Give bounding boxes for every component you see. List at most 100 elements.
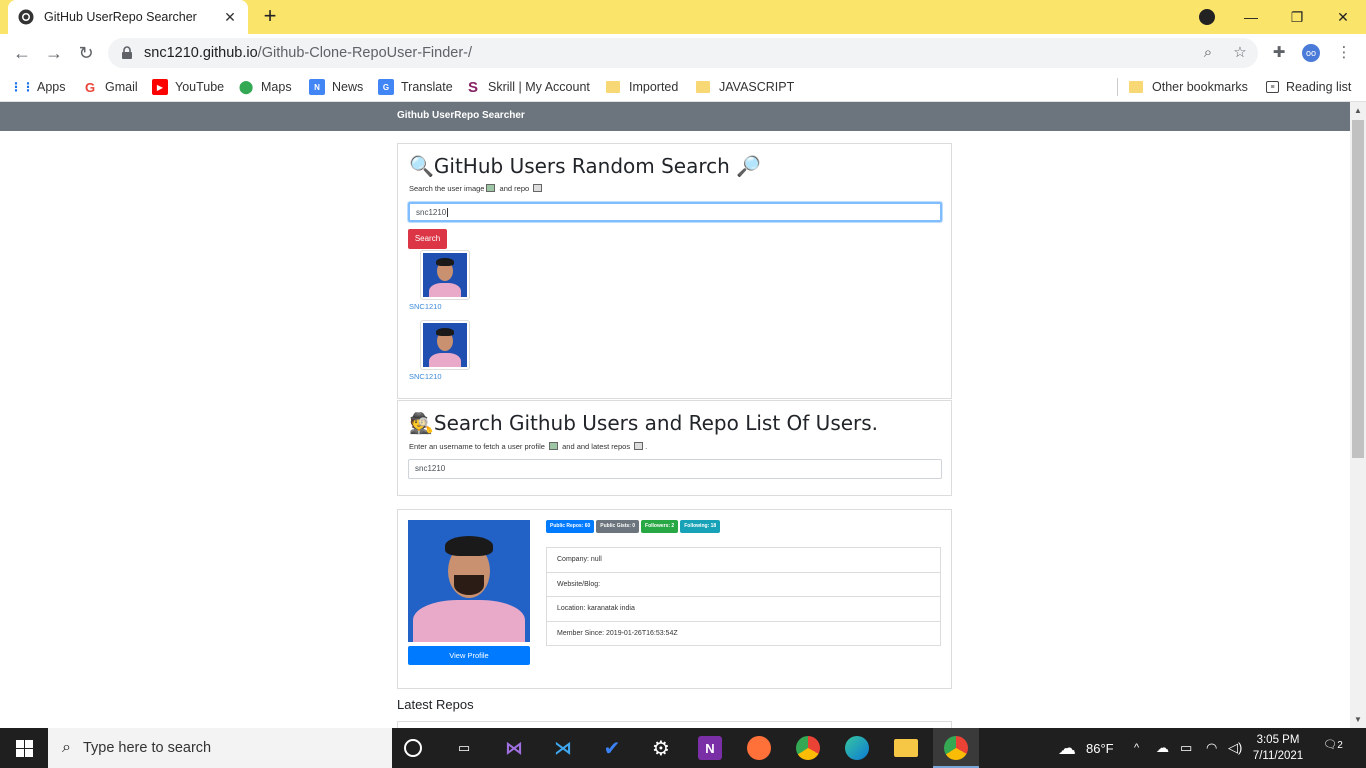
todo-icon[interactable]: ✔: [600, 736, 624, 760]
random-search-input[interactable]: snc1210: [408, 202, 942, 222]
bookmark-youtube[interactable]: ▶ YouTube: [152, 78, 224, 96]
windows-logo-icon: [15, 739, 33, 757]
windows-taskbar: ⌕ Type here to search ▭ ⋈ ⋊ ✔ ⚙ N ☁ 86°F…: [0, 728, 1366, 768]
bookmark-star-icon[interactable]: ☆: [1231, 44, 1249, 62]
bookmark-skrill[interactable]: S Skrill | My Account: [465, 78, 590, 96]
navbar-brand[interactable]: Github UserRepo Searcher: [397, 110, 525, 121]
picture-icon: [549, 442, 559, 450]
bookmark-translate[interactable]: G Translate: [378, 78, 453, 96]
reading-list[interactable]: ≡ Reading list: [1266, 78, 1351, 96]
random-search-subtitle: Search the user image and repo: [409, 184, 544, 193]
bookmark-label: Translate: [401, 80, 453, 94]
cortana-icon[interactable]: [404, 739, 422, 757]
scroll-down-icon[interactable]: ▼: [1354, 715, 1362, 724]
bookmark-label: YouTube: [175, 80, 225, 94]
edge-icon[interactable]: [845, 736, 869, 760]
notification-icon: 🗨: [1323, 739, 1338, 751]
folder-icon: [696, 81, 710, 93]
avatar: [423, 323, 467, 367]
start-button[interactable]: [0, 728, 48, 768]
bookmark-folder-imported[interactable]: Imported: [606, 78, 678, 96]
forward-icon[interactable]: →: [42, 41, 66, 65]
onedrive-icon[interactable]: ☁: [1156, 728, 1169, 768]
wifi-icon[interactable]: ◠: [1206, 728, 1217, 768]
bookmark-gmail[interactable]: G Gmail: [82, 78, 138, 96]
back-icon[interactable]: ←: [10, 41, 34, 65]
random-search-card: 🔍GitHub Users Random Search 🔎 Search the…: [397, 143, 952, 399]
bookmark-maps[interactable]: ⬤ Maps: [238, 78, 292, 96]
url-host: snc1210.github.io: [144, 45, 258, 61]
view-profile-button[interactable]: View Profile: [408, 646, 530, 665]
bookmark-folder-javascript[interactable]: JAVASCRIPT: [696, 78, 794, 96]
volume-icon[interactable]: ◁): [1228, 728, 1242, 768]
show-hidden-icons[interactable]: ^: [1134, 728, 1139, 768]
scroll-up-icon[interactable]: ▲: [1354, 106, 1362, 115]
taskbar-search[interactable]: ⌕ Type here to search: [48, 728, 392, 768]
vscode-icon[interactable]: ⋊: [551, 736, 575, 760]
file-explorer-icon[interactable]: [894, 739, 918, 757]
close-window-icon[interactable]: ✕: [1320, 0, 1366, 34]
lock-icon: [122, 46, 132, 59]
settings-gear-icon[interactable]: ⚙: [649, 736, 673, 760]
browser-toolbar: ← → ↻ snc1210.github.io/Github-Clone-Rep…: [0, 34, 1366, 72]
menu-icon[interactable]: ⋮: [1335, 44, 1353, 62]
maps-pin-icon: ⬤: [238, 79, 254, 94]
youtube-icon: ▶: [152, 79, 168, 95]
tab-close-icon[interactable]: ✕: [222, 9, 238, 26]
page-viewport: Github UserRepo Searcher 🔍GitHub Users R…: [0, 102, 1350, 728]
extensions-icon[interactable]: ✚: [1270, 44, 1288, 62]
url-path: /Github-Clone-RepoUser-Finder-/: [257, 45, 473, 61]
notification-center[interactable]: 🗨2: [1322, 738, 1344, 758]
result-username-link[interactable]: SNC1210: [409, 372, 442, 381]
restore-icon[interactable]: ❐: [1274, 0, 1320, 34]
page-scrollbar[interactable]: ▲ ▼: [1350, 102, 1366, 728]
picture-icon: [486, 184, 496, 192]
chrome-icon[interactable]: [796, 736, 820, 760]
badge-following: Following: 18: [680, 520, 721, 533]
result-avatar[interactable]: [420, 250, 470, 300]
onenote-icon[interactable]: N: [698, 736, 722, 760]
clock-date: 7/11/2021: [1252, 750, 1304, 762]
address-bar[interactable]: snc1210.github.io/Github-Clone-RepoUser-…: [108, 38, 1258, 68]
translate-icon: G: [378, 79, 394, 95]
detail-member-since: Member Since: 2019-01-26T16:53:54Z: [546, 620, 941, 646]
task-view-icon[interactable]: ▭: [452, 736, 476, 760]
search-button[interactable]: Search: [408, 229, 447, 249]
profile-details-list: Company: null Website/Blog: Location: ka…: [546, 547, 941, 646]
latest-repos-heading: Latest Repos: [397, 697, 474, 712]
battery-icon[interactable]: ▭: [1180, 728, 1192, 768]
detective-icon: 🕵: [409, 411, 434, 435]
tab-search-icon[interactable]: [1199, 9, 1215, 25]
bookmark-label: Gmail: [105, 80, 138, 94]
result-avatar[interactable]: [420, 320, 470, 370]
repo-list-card: [397, 721, 952, 728]
visual-studio-icon[interactable]: ⋈: [502, 736, 526, 760]
bookmark-apps[interactable]: ⋮⋮ Apps: [10, 78, 66, 96]
bookmark-label: News: [332, 80, 364, 94]
notification-count: 2: [1337, 740, 1343, 751]
weather-widget[interactable]: ☁ 86°F: [1058, 728, 1114, 768]
news-icon: N: [309, 79, 325, 95]
magnifier-left-icon: 🔍: [409, 154, 434, 178]
result-username-link[interactable]: SNC1210: [409, 302, 442, 311]
profile-avatar-icon[interactable]: oo: [1302, 44, 1320, 62]
minimize-icon[interactable]: —: [1228, 0, 1274, 34]
google-icon: G: [84, 79, 96, 95]
bookmark-news[interactable]: N News: [309, 78, 363, 96]
repo-search-subtitle: Enter an username to fetch a user profil…: [409, 442, 648, 451]
reload-icon[interactable]: ↻: [74, 41, 98, 65]
scroll-thumb[interactable]: [1352, 120, 1364, 458]
active-app-chrome[interactable]: [933, 728, 979, 768]
search-icon: ⌕: [62, 739, 71, 756]
zoom-icon[interactable]: ⌕: [1199, 44, 1217, 62]
bookmark-folder-other[interactable]: Other bookmarks: [1129, 78, 1248, 96]
system-clock[interactable]: 3:05 PM 7/11/2021: [1248, 732, 1308, 764]
tab-strip: GitHub UserRepo Searcher ✕ + — ❐ ✕: [0, 0, 1366, 34]
firefox-icon[interactable]: [747, 736, 771, 760]
stats-badges: Public Repos: 60 Public Gists: 0 Followe…: [546, 520, 721, 533]
new-tab-button[interactable]: +: [258, 4, 282, 28]
chrome-icon: [944, 736, 968, 760]
username-input[interactable]: snc1210: [408, 459, 942, 479]
browser-tab[interactable]: GitHub UserRepo Searcher ✕: [8, 0, 248, 34]
detail-company: Company: null: [546, 547, 941, 573]
